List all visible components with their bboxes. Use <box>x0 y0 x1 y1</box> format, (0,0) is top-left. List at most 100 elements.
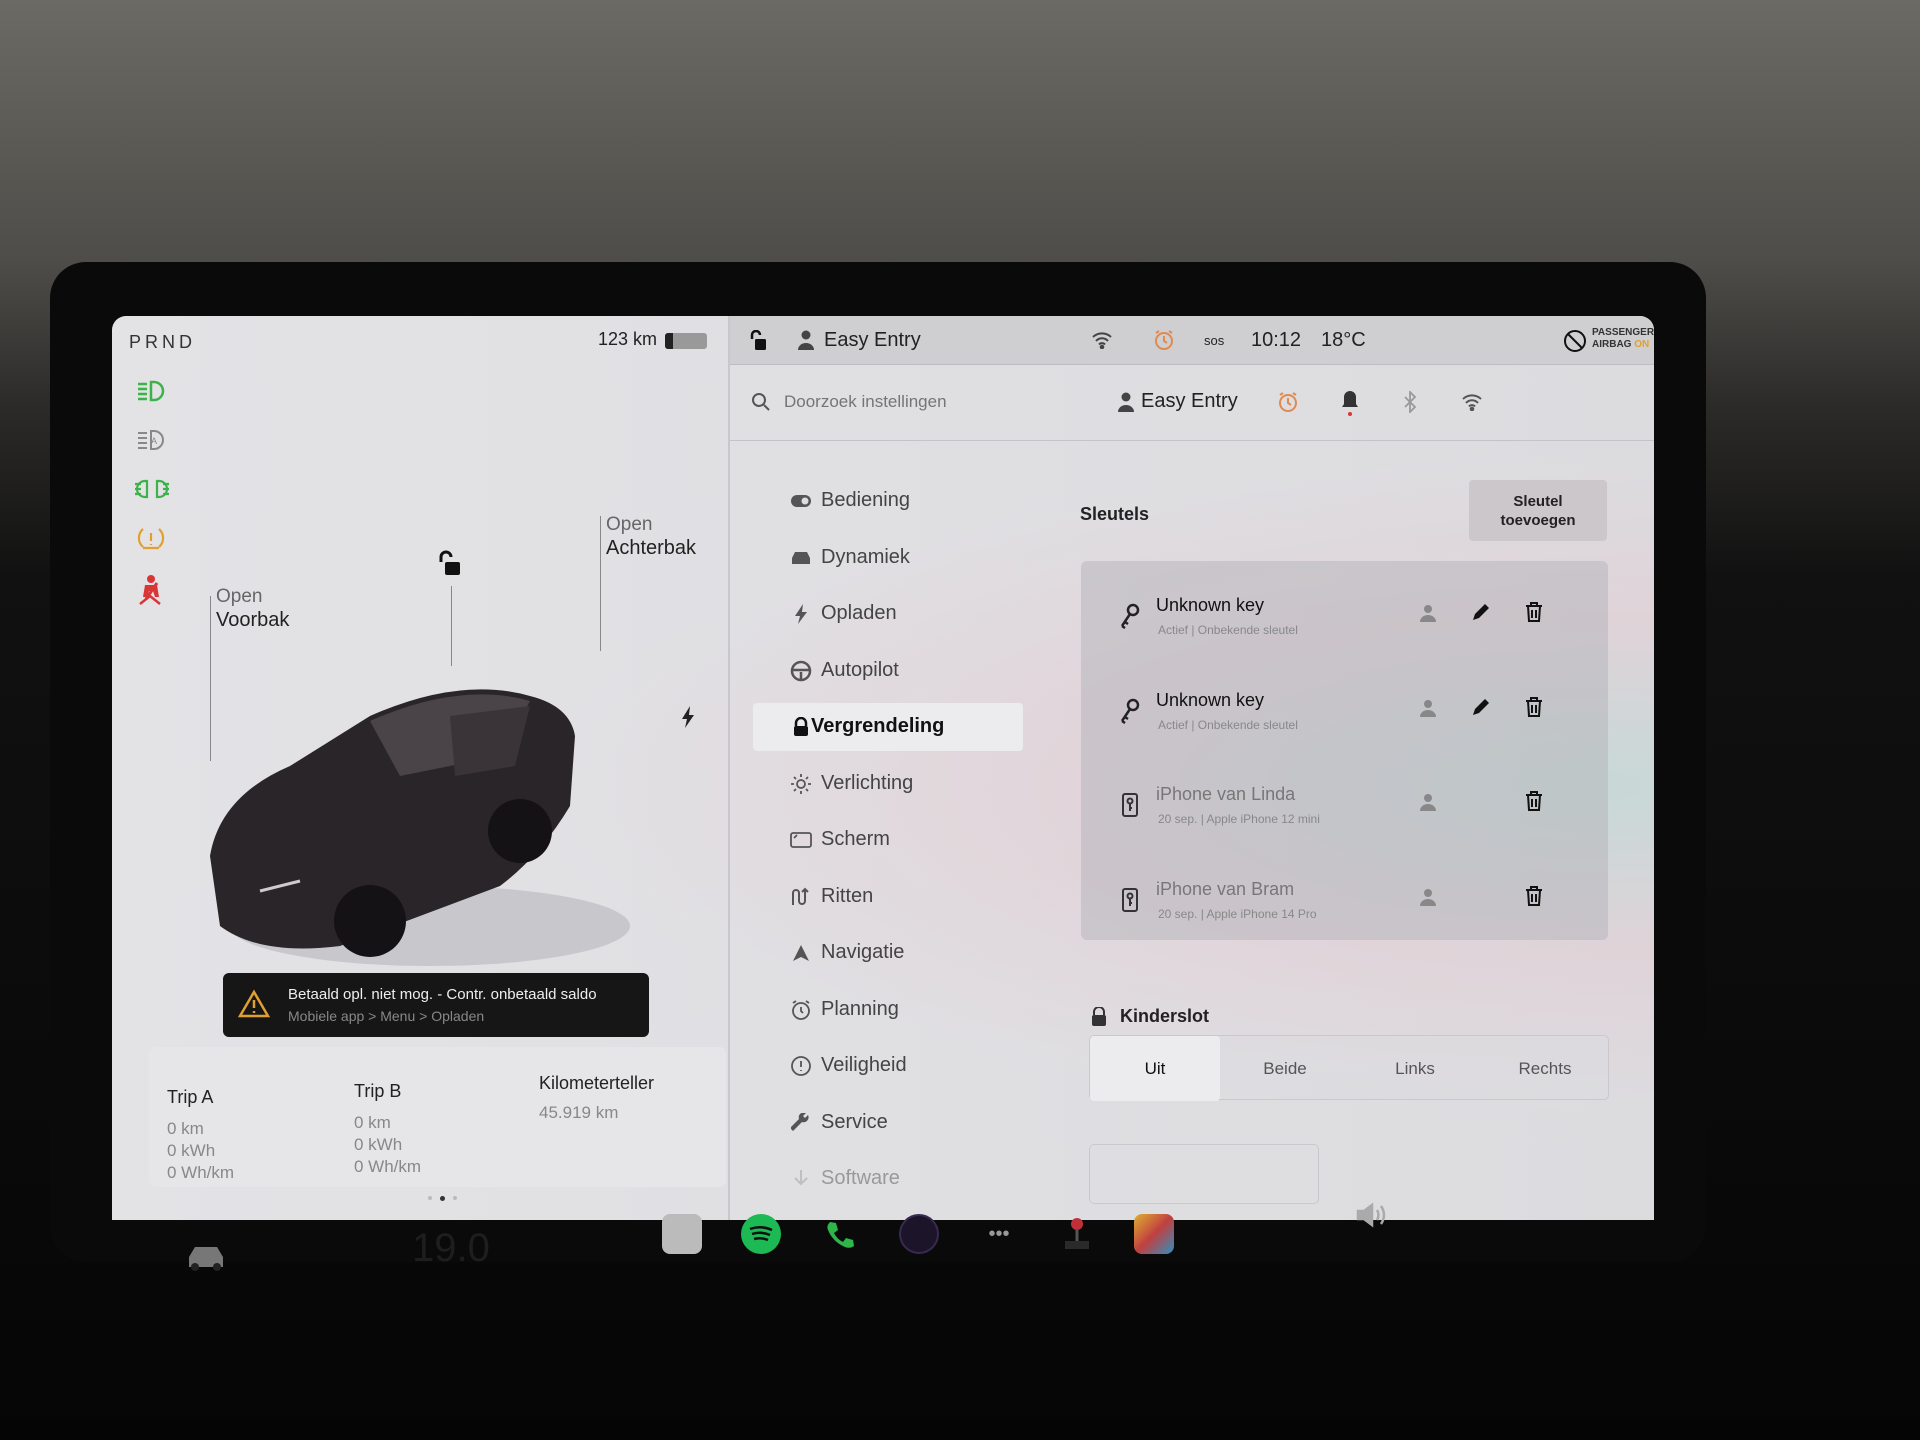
menu-item-ritten[interactable]: Ritten <box>765 873 1065 921</box>
delete-key-icon[interactable] <box>1524 601 1544 623</box>
profile-icon <box>1116 391 1136 413</box>
key-name: iPhone van Bram <box>1156 878 1295 899</box>
menu-item-label: Planning <box>821 997 899 1020</box>
status-bar: Easy Entry SOS 10:12 18°C PASSENGER AIRB… <box>730 316 1654 365</box>
camera-app-icon[interactable] <box>899 1214 939 1254</box>
menu-item-planning[interactable]: Planning <box>765 986 1065 1034</box>
trip-a-km: 0 km <box>167 1119 204 1138</box>
trips-icon <box>789 885 813 909</box>
outside-temperature: 18°C <box>1321 329 1366 351</box>
battery-icon <box>665 333 707 349</box>
child-lock-option-uit[interactable]: Uit <box>1090 1036 1220 1101</box>
car-button[interactable] <box>184 1240 228 1274</box>
phone-icon[interactable] <box>820 1214 860 1254</box>
key-list-item[interactable]: Unknown key Actief | Onbekende sleutel <box>1081 573 1608 667</box>
arcade-joystick-icon[interactable] <box>1057 1214 1097 1254</box>
lock-status-icon[interactable] <box>747 329 769 353</box>
menu-item-service[interactable]: Service <box>765 1099 1065 1147</box>
menu-item-software[interactable]: Software <box>765 1155 1065 1203</box>
fog-lights-icon <box>134 476 170 502</box>
navigation-icon <box>789 941 813 965</box>
delete-key-icon[interactable] <box>1524 790 1544 812</box>
keys-list: Unknown key Actief | Onbekende sleutel Unk… <box>1081 561 1608 940</box>
profile-name[interactable]: Easy Entry <box>824 329 921 352</box>
energy-app-icon[interactable] <box>662 1214 702 1254</box>
menu-item-veiligheid[interactable]: Veiligheid <box>765 1042 1065 1090</box>
menu-item-navigatie[interactable]: Navigatie <box>765 929 1065 977</box>
airbag-off-icon <box>1562 328 1588 354</box>
gear-selector: PRND <box>129 332 197 352</box>
display-icon <box>789 828 813 852</box>
menu-item-label: Dynamiek <box>821 545 910 568</box>
low-beam-icon <box>136 378 166 404</box>
key-detail: Actief | Onbekende sleutel <box>1158 623 1298 637</box>
trunk-leader-line <box>600 516 601 651</box>
menu-item-vergrendeling[interactable]: Vergrendeling <box>753 703 1023 751</box>
svg-text:A: A <box>151 436 157 446</box>
trunk-label: Achterbak <box>606 537 697 559</box>
wrench-icon <box>789 1111 813 1135</box>
charge-port-icon[interactable] <box>680 704 696 730</box>
menu-item-opladen[interactable]: Opladen <box>765 590 1065 638</box>
settings-menu: Bediening Dynamiek Opladen Autopilot Vergren… <box>753 477 1065 1220</box>
toybox-icon[interactable] <box>1134 1214 1174 1254</box>
key-icon <box>1117 696 1143 726</box>
notifications-bell-icon[interactable] <box>1338 388 1362 418</box>
settings-profile-name[interactable]: Easy Entry <box>1141 390 1238 413</box>
child-lock-option-links[interactable]: Links <box>1350 1036 1480 1101</box>
search-input[interactable] <box>784 383 1104 421</box>
cabin-temperature[interactable]: 19.0 <box>412 1226 490 1271</box>
child-lock-icon <box>1090 1006 1108 1028</box>
child-lock-selector: Uit Beide Links Rechts <box>1089 1035 1610 1101</box>
key-detail: 20 sep. | Apple iPhone 14 Pro <box>1158 906 1317 921</box>
key-name: Unknown key <box>1156 689 1265 710</box>
profile-icon <box>796 329 816 351</box>
next-setting-card[interactable] <box>1089 1144 1319 1204</box>
phone-key-icon <box>1117 790 1143 820</box>
delete-key-icon[interactable] <box>1524 885 1544 907</box>
menu-item-verlichting[interactable]: Verlichting <box>765 760 1065 808</box>
trunk-open-button[interactable]: Open Achterbak <box>606 514 726 569</box>
menu-item-scherm[interactable]: Scherm <box>765 816 1065 864</box>
frunk-open-button[interactable]: Open Voorbak <box>216 586 336 641</box>
volume-icon[interactable] <box>1354 1200 1390 1230</box>
alarm-clock-button[interactable] <box>1276 390 1300 414</box>
key-list-item[interactable]: iPhone van Bram 20 sep. | Apple iPhone 14… <box>1081 857 1608 951</box>
more-apps-icon[interactable]: ••• <box>979 1214 1019 1254</box>
car-image <box>210 689 630 966</box>
edit-key-icon[interactable] <box>1470 601 1492 623</box>
add-key-button[interactable]: Sleutel toevoegen <box>1469 480 1607 541</box>
edit-key-icon[interactable] <box>1470 696 1492 718</box>
search-icon <box>750 391 772 413</box>
assign-driver-icon[interactable] <box>1418 887 1438 907</box>
alert-banner[interactable]: Betaald opl. niet mog. - Contr. onbetaal… <box>223 973 649 1037</box>
assign-driver-icon[interactable] <box>1418 698 1438 718</box>
trip-a-efficiency: 0 Wh/km <box>167 1163 235 1182</box>
key-detail: Actief | Onbekende sleutel <box>1158 717 1298 732</box>
menu-item-autopilot[interactable]: Autopilot <box>765 647 1065 695</box>
child-lock-option-rechts[interactable]: Rechts <box>1480 1036 1610 1101</box>
trunk-action: Open <box>606 514 653 535</box>
trip-card[interactable]: Trip A 0 km 0 kWh 0 Wh/km Trip B 0 km 0 … <box>149 1047 726 1187</box>
key-list-item[interactable]: iPhone van Linda 20 sep. | Apple iPhone 1… <box>1081 762 1608 856</box>
airbag-state: ON <box>1634 339 1650 350</box>
lock-leader-line <box>451 586 452 666</box>
unlock-car-button[interactable] <box>434 548 464 580</box>
delete-key-icon[interactable] <box>1524 696 1544 718</box>
page-dots[interactable] <box>428 1196 457 1201</box>
spotify-icon[interactable] <box>741 1214 781 1254</box>
seatbelt-warning-icon <box>136 574 166 606</box>
menu-item-bediening[interactable]: Bediening <box>765 477 1065 525</box>
menu-item-dynamiek[interactable]: Dynamiek <box>765 534 1065 582</box>
child-lock-option-beide[interactable]: Beide <box>1220 1036 1350 1101</box>
bluetooth-icon[interactable] <box>1400 390 1420 414</box>
airbag-label-line2: AIRBAG <box>1592 339 1632 350</box>
key-list-item[interactable]: Unknown key Actief | Onbekende sleutel <box>1081 668 1608 762</box>
assign-driver-icon[interactable] <box>1418 792 1438 812</box>
odometer-value: 45.919 km <box>539 1103 619 1122</box>
range-readout: 123 km <box>598 329 658 349</box>
wifi-button[interactable] <box>1460 391 1484 413</box>
trip-b-kwh: 0 kWh <box>354 1135 403 1154</box>
assign-driver-icon[interactable] <box>1418 603 1438 623</box>
alarm-icon <box>789 998 813 1022</box>
